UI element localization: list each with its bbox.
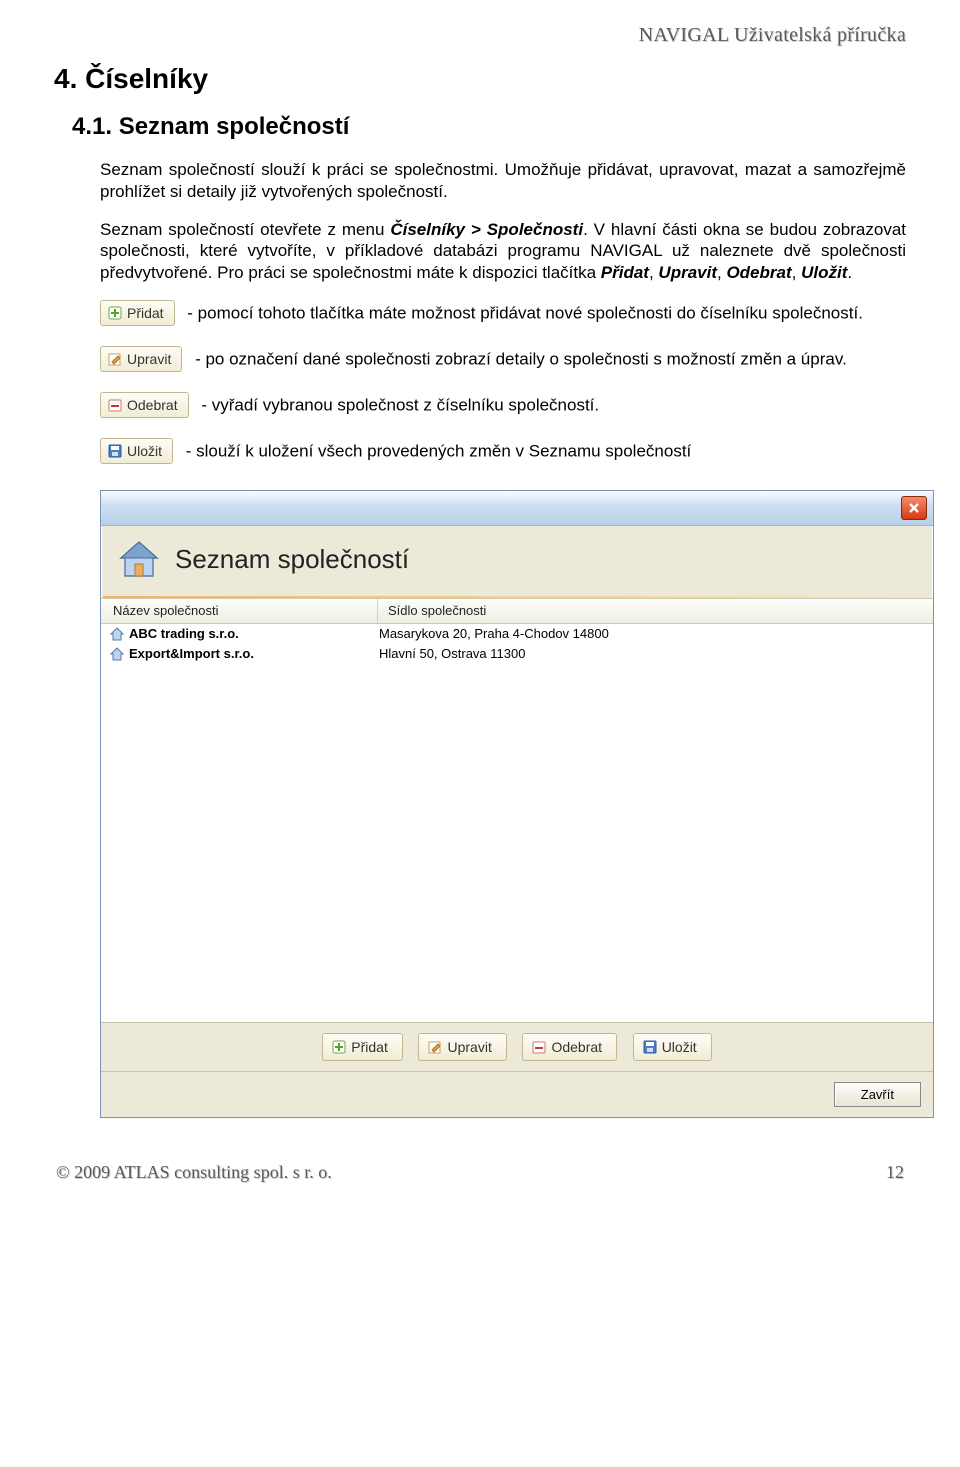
cell-addr: Masarykova 20, Praha 4-Chodov 14800: [369, 626, 933, 641]
edit-button-inline: Upravit: [100, 346, 182, 372]
paragraph-intro: Seznam společností slouží k práci se spo…: [100, 159, 906, 203]
grid-col-addr[interactable]: Sídlo společnosti: [378, 603, 933, 618]
house-icon: [109, 646, 125, 662]
grid-header: Název společnosti Sídlo společnosti: [101, 598, 933, 624]
house-icon: [115, 536, 163, 584]
page-number: 12: [886, 1162, 904, 1183]
add-button-inline: Přidat: [100, 300, 175, 326]
add-button[interactable]: Přidat: [322, 1033, 403, 1061]
save-icon: [107, 443, 123, 459]
table-row[interactable]: Export&Import s.r.o. Hlavní 50, Ostrava …: [101, 644, 933, 664]
btn-ref-save: Uložit: [801, 263, 847, 282]
page-footer: © 2009 ATLAS consulting spol. s r. o. 12: [54, 1162, 906, 1183]
save-button-inline: Uložit: [100, 438, 173, 464]
desc-save-text: - slouží k uložení všech provedených změ…: [181, 441, 691, 460]
desc-add-text: - pomocí tohoto tlačítka máte možnost př…: [183, 303, 863, 322]
save-button[interactable]: Uložit: [633, 1033, 712, 1061]
table-row[interactable]: ABC trading s.r.o. Masarykova 20, Praha …: [101, 624, 933, 644]
window-title: Seznam společností: [175, 544, 409, 575]
btn-ref-add: Přidat: [601, 263, 649, 282]
close-icon: [908, 502, 920, 514]
desc-del: Odebrat - vyřadí vybranou společnost z č…: [100, 392, 906, 420]
window-titlebar: [101, 491, 933, 526]
edit-icon: [427, 1039, 443, 1055]
page-header: NAVIGAL Uživatelská příručka: [54, 24, 906, 47]
edit-button[interactable]: Upravit: [418, 1033, 506, 1061]
plus-icon: [331, 1039, 347, 1055]
desc-add: Přidat - pomocí tohoto tlačítka máte mož…: [100, 300, 906, 328]
delete-button-inline: Odebrat: [100, 392, 189, 418]
company-list-window: Seznam společností Název společnosti Síd…: [100, 490, 934, 1118]
window-toolbar: Přidat Upravit Odebrat Uložit: [101, 1022, 933, 1071]
paragraph-menu: Seznam společností otevřete z menu Čísel…: [100, 219, 906, 284]
text: Seznam společností otevřete z menu: [100, 220, 390, 239]
menu-path: Číselníky > Společnosti: [390, 220, 583, 239]
minus-icon: [531, 1039, 547, 1055]
edit-icon: [107, 351, 123, 367]
heading-1: 4. Číselníky: [54, 63, 906, 95]
save-icon: [642, 1039, 658, 1055]
house-icon: [109, 626, 125, 642]
close-button[interactable]: [901, 496, 927, 520]
heading-2: 4.1. Seznam společností: [72, 113, 906, 141]
desc-edit: Upravit - po označení dané společnosti z…: [100, 346, 906, 374]
cell-name: Export&Import s.r.o.: [129, 646, 254, 661]
btn-ref-edit: Upravit: [658, 263, 717, 282]
btn-ref-del: Odebrat: [726, 263, 791, 282]
grid-col-name[interactable]: Název společnosti: [101, 599, 378, 623]
desc-del-text: - vyřadí vybranou společnost z číselníku…: [197, 395, 600, 414]
plus-icon: [107, 305, 123, 321]
footer-copyright: © 2009 ATLAS consulting spol. s r. o.: [56, 1162, 332, 1183]
grid-body: ABC trading s.r.o. Masarykova 20, Praha …: [101, 624, 933, 1022]
delete-button[interactable]: Odebrat: [522, 1033, 617, 1061]
cell-name: ABC trading s.r.o.: [129, 626, 239, 641]
desc-edit-text: - po označení dané společnosti zobrazí d…: [190, 349, 846, 368]
minus-icon: [107, 397, 123, 413]
window-header: Seznam společností: [101, 526, 933, 596]
desc-save: Uložit - slouží k uložení všech proveden…: [100, 438, 906, 466]
window-footer: Zavřít: [101, 1071, 933, 1117]
cell-addr: Hlavní 50, Ostrava 11300: [369, 646, 933, 661]
close-button-flat[interactable]: Zavřít: [834, 1082, 921, 1107]
